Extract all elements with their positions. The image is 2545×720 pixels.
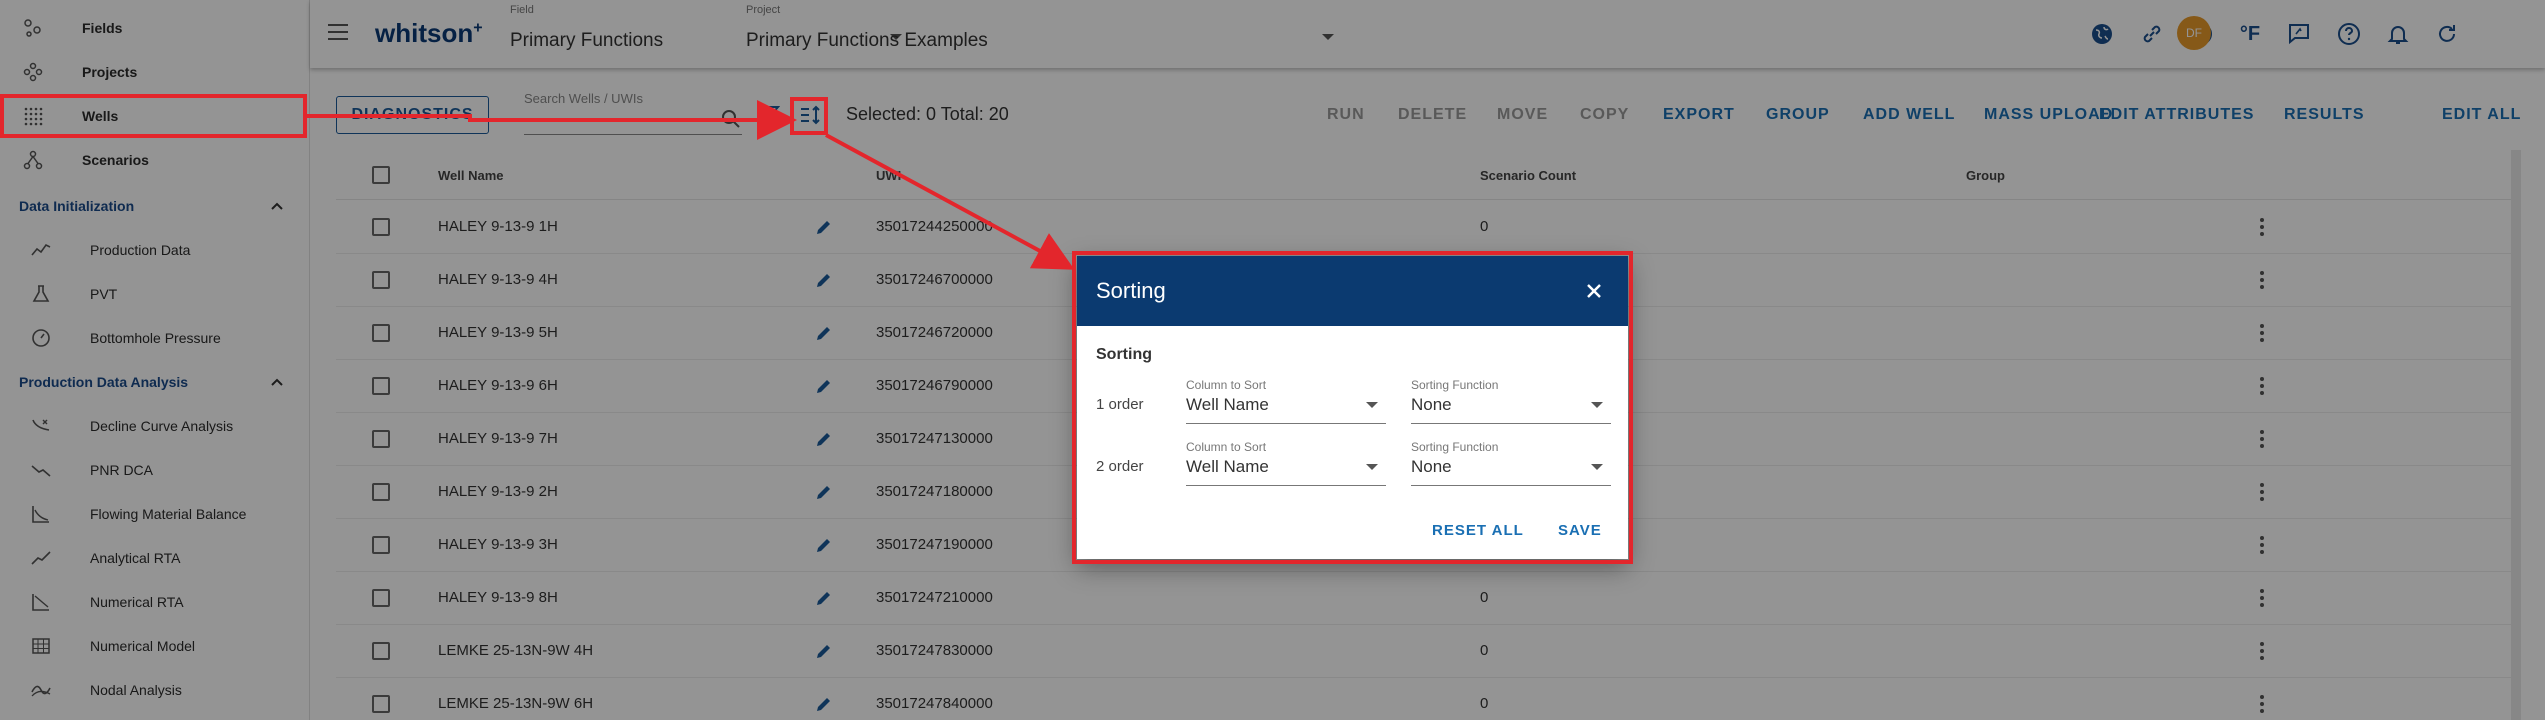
annotation-arrows bbox=[307, 100, 1075, 270]
arrow-sort-to-dialog bbox=[825, 133, 1075, 270]
arrow-wells-to-sort bbox=[307, 100, 797, 140]
